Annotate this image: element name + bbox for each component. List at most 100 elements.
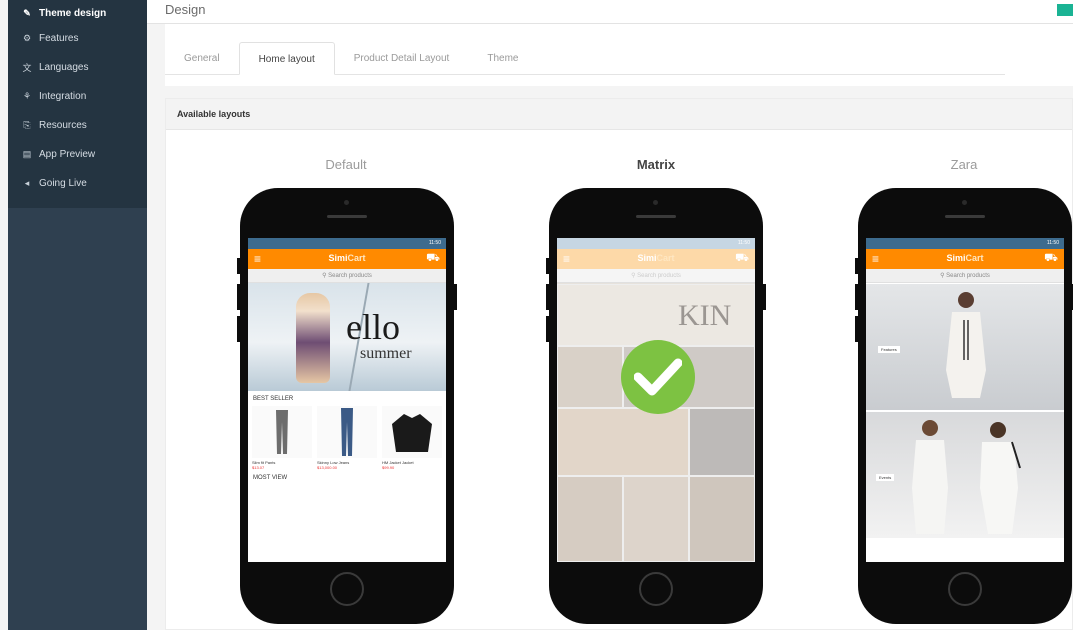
- sidebar-item-label: Integration: [39, 91, 87, 102]
- sidebar-item-label: Languages: [39, 62, 89, 73]
- sidebar-item-integration[interactable]: ⚘ Integration: [8, 82, 147, 111]
- tab-bar: General Home layout Product Detail Layou…: [165, 42, 1005, 75]
- sidebar-menu: ✎ Theme design ⚙ Features 文 Languages ⚘ …: [8, 0, 147, 208]
- sidebar-item-label: Going Live: [39, 178, 87, 189]
- product-card: Slim fit Pants $13.07: [252, 406, 312, 470]
- sidebar-item-theme-design[interactable]: ✎ Theme design: [8, 2, 147, 24]
- resources-icon: ⎘: [23, 120, 31, 130]
- best-seller-label: BEST SELLER: [253, 396, 294, 402]
- sidebar-item-label: Features: [39, 33, 79, 44]
- app-brand: SimiCart: [946, 253, 984, 263]
- sidebar-item-languages[interactable]: 文 Languages: [8, 53, 147, 82]
- save-button[interactable]: [1057, 4, 1073, 16]
- camera-icon: [344, 200, 349, 205]
- matrix-tile: [689, 408, 755, 476]
- home-button: [948, 572, 982, 606]
- product-card: HM Jacket Jacket $99.90: [382, 406, 442, 470]
- search-bar: ⚲ Search products: [557, 269, 755, 283]
- product-card: Skinny Low Jeans $13,000.00: [317, 406, 377, 470]
- layout-option-zara[interactable]: 11:50 ≡ SimiCart ⛟ ⚲ Search products Fea…: [855, 188, 1073, 624]
- matrix-tile: [689, 476, 755, 562]
- matrix-banner: KIN: [557, 284, 755, 346]
- layout-option-default[interactable]: 11:50 ≡ SimiCart ⛟ ⚲ Search products ell…: [237, 188, 457, 624]
- language-icon: 文: [22, 63, 32, 73]
- layout-title-matrix: Matrix: [636, 157, 676, 172]
- matrix-tile: [623, 476, 689, 562]
- matrix-banner-text: KIN: [678, 299, 732, 332]
- model-image: [296, 293, 330, 383]
- most-view-label: MOST VIEW: [253, 475, 288, 481]
- product-price: $13,000.00: [317, 465, 338, 470]
- zara-preview-screen: 11:50 ≡ SimiCart ⛟ ⚲ Search products Fea…: [866, 238, 1064, 562]
- matrix-tile: [557, 476, 623, 562]
- layouts-panel: Available layouts Default 11:50 ≡ SimiCa…: [165, 98, 1073, 630]
- layout-option-matrix[interactable]: 11:50 ≡ SimiCart ⛟ ⚲ Search products KIN: [546, 188, 766, 624]
- app-brand: SimiCart: [328, 253, 366, 263]
- search-placeholder: Search products: [946, 273, 990, 279]
- matrix-preview-screen: 11:50 ≡ SimiCart ⛟ ⚲ Search products KIN: [557, 238, 755, 562]
- camera-icon: [653, 200, 658, 205]
- sidebar-item-label: Resources: [39, 120, 87, 131]
- app-bar: ≡ SimiCart ⛟: [866, 249, 1064, 269]
- cart-icon: ⛟: [735, 252, 749, 264]
- cart-icon: ⛟: [426, 252, 440, 264]
- brush-icon: ✎: [23, 7, 31, 18]
- hero-subtitle: summer: [360, 345, 412, 362]
- default-preview-screen: 11:50 ≡ SimiCart ⛟ ⚲ Search products ell…: [248, 238, 446, 562]
- search-bar: ⚲ Search products: [248, 269, 446, 283]
- sidebar-item-features[interactable]: ⚙ Features: [8, 24, 147, 53]
- tab-general[interactable]: General: [165, 42, 239, 74]
- tab-home-layout[interactable]: Home layout: [238, 42, 335, 75]
- search-bar: ⚲ Search products: [866, 269, 1064, 283]
- earpiece: [636, 215, 676, 218]
- status-bar: 11:50: [866, 238, 1064, 249]
- layouts-header: Available layouts: [166, 99, 1072, 130]
- sidebar: ✎ Theme design ⚙ Features 文 Languages ⚘ …: [8, 0, 147, 630]
- status-bar: 11:50: [248, 238, 446, 249]
- earpiece: [327, 215, 367, 218]
- sidebar-item-app-preview[interactable]: ▤ App Preview: [8, 140, 147, 169]
- app-window: ✎ Theme design ⚙ Features 文 Languages ⚘ …: [0, 0, 1073, 630]
- product-image: [317, 406, 377, 458]
- hero-banner: ello summer: [248, 283, 446, 391]
- status-bar: 11:50: [557, 238, 755, 249]
- sidebar-item-resources[interactable]: ⎘ Resources: [8, 111, 147, 140]
- layout-title-default: Default: [325, 157, 367, 172]
- features-icon: ⚙: [22, 33, 32, 43]
- hero-title: ello: [346, 307, 400, 347]
- zara-label: Features: [878, 346, 900, 353]
- cart-icon: ⛟: [1044, 252, 1058, 264]
- selected-check-icon: [621, 340, 695, 414]
- product-list: Slim fit Pants $13.07 Skinny Low Jeans $…: [248, 404, 446, 470]
- search-placeholder: Search products: [637, 273, 681, 279]
- zara-banner: Events: [866, 412, 1064, 538]
- going-live-icon: ◂: [24, 178, 30, 188]
- tab-theme[interactable]: Theme: [468, 42, 537, 74]
- earpiece: [945, 215, 985, 218]
- product-price: $99.90: [382, 465, 395, 470]
- preview-icon: ▤: [22, 149, 32, 159]
- search-placeholder: Search products: [328, 273, 372, 279]
- main-content: Design General Home layout Product Detai…: [147, 0, 1073, 630]
- app-bar: ≡ SimiCart ⛟: [557, 249, 755, 269]
- integration-icon: ⚘: [22, 91, 32, 101]
- product-image: [382, 406, 442, 458]
- app-bar: ≡ SimiCart ⛟: [248, 249, 446, 269]
- app-brand: SimiCart: [637, 253, 675, 263]
- page-header: Design: [147, 0, 1073, 24]
- matrix-tile: [557, 408, 689, 476]
- zara-banner: Features: [866, 284, 1064, 410]
- layout-title-zara: Zara: [950, 157, 978, 172]
- sidebar-item-label: Theme design: [39, 7, 107, 19]
- tab-product-detail-layout[interactable]: Product Detail Layout: [335, 42, 469, 74]
- zara-label: Events: [876, 474, 895, 481]
- home-button: [330, 572, 364, 606]
- home-button: [639, 572, 673, 606]
- sidebar-item-going-live[interactable]: ◂ Going Live: [8, 169, 147, 198]
- product-image: [252, 406, 312, 458]
- matrix-tile: [557, 346, 623, 408]
- sidebar-item-label: App Preview: [39, 149, 96, 160]
- tabs-panel: General Home layout Product Detail Layou…: [165, 24, 1073, 86]
- product-price: $13.07: [252, 465, 265, 470]
- page-title: Design: [165, 2, 206, 17]
